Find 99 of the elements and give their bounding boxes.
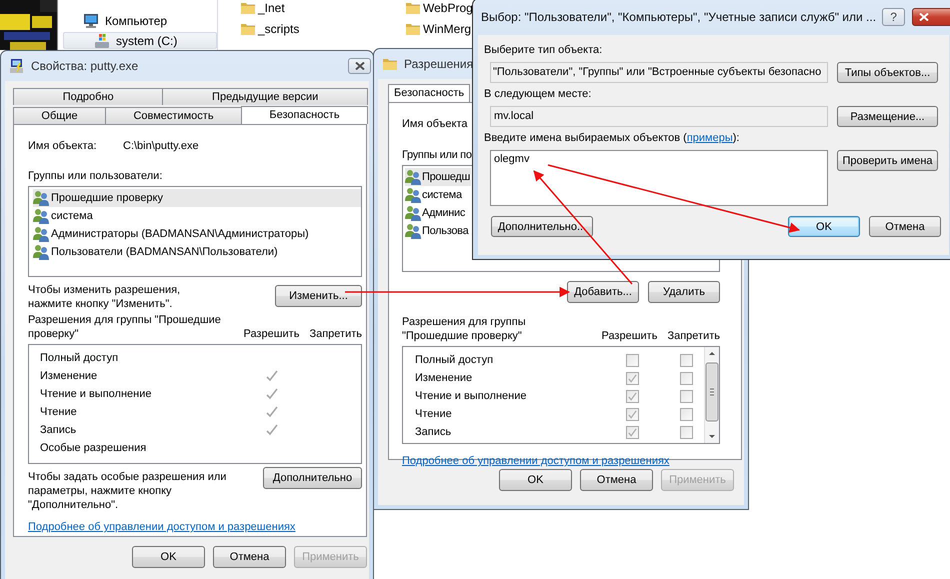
field-label: Выберите тип объекта:	[484, 43, 604, 57]
list-item[interactable]: система	[405, 186, 463, 204]
permission-name: Изменение	[40, 370, 98, 382]
column-header: Запретить	[667, 329, 720, 343]
section-label: Группы или по	[402, 148, 472, 162]
names-input-field[interactable]: olegmv	[490, 150, 828, 206]
dialog-button[interactable]: OK	[132, 546, 205, 568]
advanced-button[interactable]: Дополнительно	[263, 467, 362, 489]
permission-name: Чтение	[415, 408, 453, 420]
tab[interactable]: Безопасность	[240, 106, 368, 124]
folder-icon	[382, 56, 398, 72]
checkbox[interactable]	[626, 426, 638, 438]
checkbox[interactable]	[626, 372, 638, 384]
tab[interactable]: Предыдущие версии	[162, 88, 368, 105]
help-link[interactable]: Подробнее об управлении доступом и разрешениях	[402, 455, 670, 467]
dialog-button[interactable]: Отмена	[213, 546, 286, 568]
people-icon	[405, 223, 421, 239]
dialog-button[interactable]: OK	[788, 216, 860, 237]
object-type-field[interactable]: "Пользователи", "Группы" или "Встроенные субъекты безопасно	[490, 62, 828, 83]
permission-name: Запись	[415, 426, 452, 438]
computer-icon	[9, 58, 25, 74]
permission-name: Чтение	[40, 406, 78, 418]
tab[interactable]: Общие	[13, 107, 106, 124]
close-button[interactable]	[912, 8, 950, 26]
tab[interactable]: Безопасность	[388, 84, 470, 102]
check-names-button[interactable]: Проверить имена	[837, 150, 938, 171]
field-label: Имя объекта	[402, 117, 468, 131]
people-icon	[33, 244, 49, 260]
nav-item[interactable]: system (C:)	[63, 32, 217, 49]
people-icon	[33, 226, 49, 242]
section-label: Разрешения для группы "Прошедшие проверку"	[28, 313, 221, 341]
permission-name: Чтение и выполнение	[40, 388, 152, 400]
checkbox[interactable]	[626, 390, 638, 402]
nav-item[interactable]: Компьютер	[58, 13, 217, 29]
remove-button[interactable]: Удалить	[648, 281, 720, 303]
list-item[interactable]: Прошедш	[405, 168, 471, 186]
list-item[interactable]: Пользова	[405, 222, 470, 240]
permission-name: Особые разрешения	[40, 442, 148, 454]
object-path: C:\bin\putty.exe	[123, 139, 199, 153]
field-label: Имя объекта:	[28, 139, 98, 153]
people-icon	[405, 205, 421, 221]
checkbox[interactable]	[680, 426, 693, 438]
checkbox[interactable]	[680, 390, 693, 402]
list-item[interactable]: Прошедшие проверку	[33, 189, 361, 207]
file-item[interactable]: _Inet	[240, 0, 285, 18]
dialog-button[interactable]: Отмена	[580, 469, 653, 491]
tab[interactable]: Совместимость	[105, 107, 242, 124]
file-item[interactable]: _scripts	[240, 18, 300, 39]
list-item[interactable]: Администраторы (BADMANSAN\Администраторы)	[33, 225, 361, 243]
people-icon	[405, 187, 421, 203]
help-link[interactable]: Подробнее об управлении доступом и разрешениях	[28, 521, 296, 533]
file-item[interactable]: WinMerg	[405, 18, 472, 39]
checkbox[interactable]	[680, 354, 693, 366]
permission-name: Запись	[40, 424, 78, 436]
scrollbar[interactable]	[704, 347, 719, 443]
examples-link[interactable]: примеры	[686, 131, 733, 145]
checkbox[interactable]	[626, 408, 638, 420]
permission-name: Изменение	[415, 372, 474, 384]
people-icon	[405, 169, 421, 185]
dialog-button[interactable]: Отмена	[869, 216, 941, 237]
file-item[interactable]: WebProg	[405, 0, 473, 18]
list-item[interactable]: система	[33, 207, 361, 225]
window-title: Разрешения	[404, 57, 474, 71]
hint-text: Чтобы изменить разрешения, нажмите кнопку "Изменить".	[28, 283, 180, 311]
object-types-button[interactable]: Типы объектов...	[837, 62, 938, 83]
field-label: В следующем месте:	[484, 87, 592, 101]
column-header: Разрешить	[601, 329, 658, 343]
close-icon	[919, 13, 930, 21]
column-header: Запретить	[309, 327, 362, 341]
location-field[interactable]: mv.local	[490, 106, 828, 127]
field-label: Введите имена выбираемых объектов (примеры):	[484, 131, 740, 145]
window-title: Свойства: putty.exe	[31, 59, 138, 73]
help-button[interactable]: ?	[882, 8, 906, 26]
tab[interactable]: Подробно	[13, 88, 164, 105]
list-item[interactable]: Админис	[405, 204, 466, 222]
people-icon	[33, 190, 49, 206]
permission-name: Полный доступ	[40, 352, 120, 364]
add-button[interactable]: Добавить...	[567, 281, 639, 303]
permission-name: Чтение и выполнение	[415, 390, 528, 402]
locations-button[interactable]: Размещение...	[837, 106, 938, 127]
section-label: Разрешения для группы "Прошедшие проверку"	[402, 315, 526, 343]
window-title: Выбор: "Пользователи", "Компьютеры", "Учетные записи служб" или ...	[481, 10, 876, 24]
hint-text: Чтобы задать особые разрешения или параметры, нажмите кнопку "Дополнительно".	[28, 470, 226, 512]
people-icon	[33, 208, 49, 224]
close-icon	[354, 62, 364, 70]
permission-name: Полный доступ	[415, 354, 494, 366]
folder-icon	[240, 0, 256, 16]
list-item[interactable]: Пользователи (BADMANSAN\Пользователи)	[33, 243, 361, 261]
drive-icon	[94, 32, 110, 48]
folder-icon	[405, 0, 421, 16]
checkbox[interactable]	[680, 372, 693, 384]
edit-button[interactable]: Изменить...	[275, 285, 362, 307]
column-header: Разрешить	[243, 327, 300, 341]
close-button[interactable]	[348, 58, 371, 74]
checkbox[interactable]	[626, 354, 638, 366]
computer-icon	[83, 13, 99, 29]
checkbox[interactable]	[680, 408, 693, 420]
dialog-button[interactable]: OK	[499, 469, 572, 491]
section-label: Группы или пользователи:	[28, 169, 164, 183]
